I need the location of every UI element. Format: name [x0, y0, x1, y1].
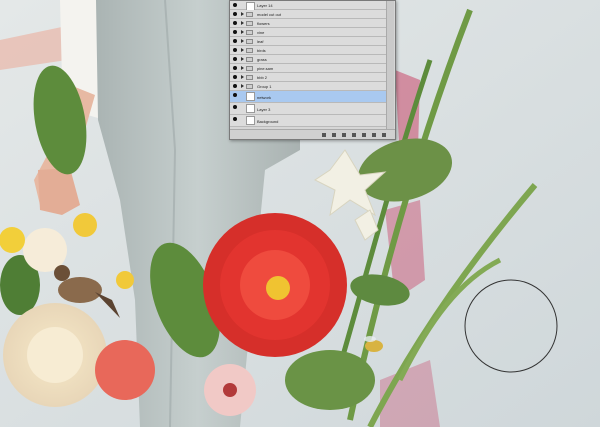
layer-row[interactable]: network — [230, 91, 387, 103]
eye-icon[interactable] — [233, 93, 237, 97]
folder-icon — [246, 84, 253, 89]
layer-row[interactable]: pine.sam — [230, 64, 387, 73]
big-leaf — [285, 350, 375, 410]
layer-row[interactable]: Layer 14 — [230, 1, 387, 11]
fx-icon[interactable] — [332, 133, 336, 137]
folder-icon — [246, 57, 253, 62]
eye-icon[interactable] — [233, 3, 237, 7]
eye-icon[interactable] — [233, 21, 237, 25]
new-group-icon[interactable] — [362, 133, 366, 137]
triangle-icon[interactable] — [241, 57, 244, 61]
layers-panel-footer — [230, 129, 395, 139]
layer-label: Group 1 — [257, 84, 272, 89]
eye-icon[interactable] — [233, 66, 237, 70]
triangle-icon[interactable] — [241, 12, 244, 16]
link-icon[interactable] — [322, 133, 326, 137]
layer-row[interactable]: Background — [230, 115, 387, 127]
yellow-flower — [116, 271, 134, 289]
folder-icon — [246, 75, 253, 80]
yellow-flower — [73, 213, 97, 237]
triangle-icon[interactable] — [241, 39, 244, 43]
layer-thumbnail — [246, 116, 255, 125]
triangle-icon[interactable] — [241, 48, 244, 52]
layers-panel[interactable]: Layer 14 model cut out flowers vine leaf bird… — [229, 0, 396, 140]
new-layer-icon[interactable] — [372, 133, 376, 137]
folder-icon — [246, 12, 253, 17]
layer-row[interactable]: grass — [230, 55, 387, 64]
yellow-flower — [0, 227, 25, 253]
eye-icon[interactable] — [233, 39, 237, 43]
layer-row[interactable]: flowers — [230, 19, 387, 28]
folder-icon — [246, 30, 253, 35]
layer-label: Layer 14 — [257, 3, 273, 8]
layer-label: birds — [257, 48, 266, 53]
layer-label: leaf — [257, 39, 264, 44]
layer-label: grass — [257, 57, 267, 62]
red-dahlia — [203, 213, 347, 357]
layer-row[interactable]: Layer 3 — [230, 103, 387, 115]
triangle-icon[interactable] — [241, 66, 244, 70]
eye-icon[interactable] — [233, 84, 237, 88]
eye-icon[interactable] — [233, 117, 237, 121]
triangle-icon[interactable] — [241, 75, 244, 79]
layer-label: model cut out — [257, 12, 282, 17]
layer-label: Background — [257, 119, 279, 124]
adjustment-icon[interactable] — [352, 133, 356, 137]
layer-row[interactable]: vine — [230, 28, 387, 37]
eye-icon[interactable] — [233, 12, 237, 16]
eye-icon[interactable] — [233, 75, 237, 79]
layer-row[interactable]: leaf — [230, 37, 387, 46]
layer-label: bbb 2 — [257, 75, 268, 80]
layer-row[interactable]: bbb 2 — [230, 73, 387, 82]
layer-label: Layer 3 — [257, 107, 271, 112]
eye-icon[interactable] — [233, 30, 237, 34]
folder-icon — [246, 48, 253, 53]
layer-thumbnail — [246, 104, 255, 113]
layer-row[interactable]: model cut out — [230, 10, 387, 19]
layer-label: flowers — [257, 21, 270, 26]
layer-label: network — [257, 95, 272, 100]
triangle-icon[interactable] — [241, 21, 244, 25]
pink-rose — [95, 340, 155, 400]
eye-icon[interactable] — [233, 57, 237, 61]
triangle-icon[interactable] — [241, 30, 244, 34]
eye-icon[interactable] — [233, 48, 237, 52]
triangle-icon[interactable] — [241, 84, 244, 88]
folder-icon — [246, 39, 253, 44]
folder-icon — [246, 66, 253, 71]
eye-icon[interactable] — [233, 105, 237, 109]
layer-thumbnail — [246, 92, 255, 101]
cream-rose — [27, 327, 83, 383]
folder-icon — [246, 21, 253, 26]
layers-scrollbar[interactable] — [386, 1, 394, 131]
pink-star-flower — [204, 364, 256, 416]
mask-icon[interactable] — [342, 133, 346, 137]
layer-label: vine — [257, 30, 265, 35]
layer-label: pine.sam — [257, 66, 274, 71]
layer-row[interactable]: Group 1 — [230, 82, 387, 91]
trash-icon[interactable] — [382, 133, 386, 137]
layer-row[interactable]: birds — [230, 46, 387, 55]
